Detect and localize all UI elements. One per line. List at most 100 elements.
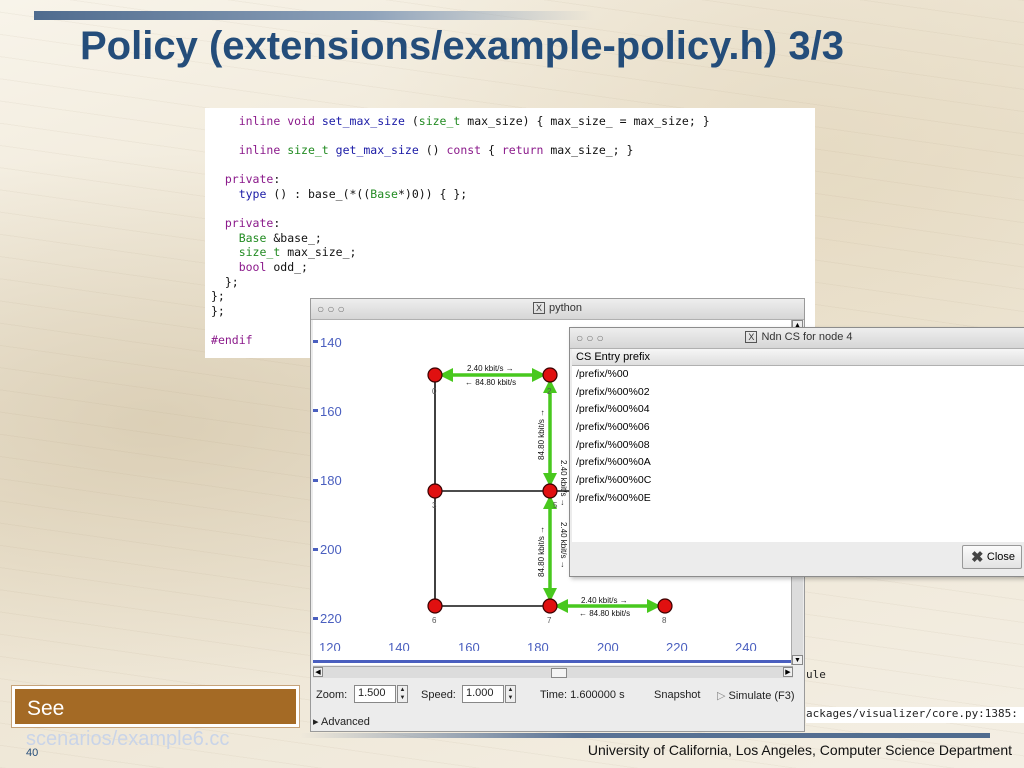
ndn-window-title: Ndn CS for node 4 bbox=[761, 331, 853, 343]
code-line: private: bbox=[224, 216, 281, 231]
zoom-label: Zoom: bbox=[316, 689, 348, 701]
node-label: 6 bbox=[432, 616, 437, 625]
x-tick-label: 160 bbox=[458, 640, 480, 651]
cs-entry-list[interactable]: /prefix/%00 /prefix/%00%02 /prefix/%00%0… bbox=[572, 366, 1024, 542]
link-rate-label: 2.40 kbit/s → bbox=[467, 364, 514, 373]
x-tick-label: 240 bbox=[735, 640, 757, 651]
list-item[interactable]: /prefix/%00%02 bbox=[572, 384, 1024, 402]
link-rate-label: 84.80 kbit/s → bbox=[537, 409, 546, 460]
y-tick-mark bbox=[313, 479, 318, 482]
list-item[interactable]: /prefix/%00%08 bbox=[572, 437, 1024, 455]
scrollbar-thumb[interactable] bbox=[551, 668, 567, 678]
title-accent-bar bbox=[34, 11, 594, 20]
link-rate-label: ← 84.80 kbit/s bbox=[579, 609, 630, 618]
node-label: 5 bbox=[553, 501, 558, 510]
y-tick-mark bbox=[313, 617, 318, 620]
list-item[interactable]: /prefix/%00%06 bbox=[572, 419, 1024, 437]
y-tick-label: 200 bbox=[320, 542, 342, 557]
x-tick-label: 200 bbox=[597, 640, 619, 651]
x11-icon: X bbox=[745, 331, 758, 343]
scenario-path: scenarios/example6.cc bbox=[26, 728, 230, 750]
code-line: bool odd_; bbox=[238, 259, 308, 274]
python-window-titlebar[interactable]: ○○○ Xpython bbox=[311, 299, 804, 320]
list-item[interactable]: /prefix/%00%0E bbox=[572, 490, 1024, 508]
close-icon: ✖ bbox=[971, 549, 984, 566]
expander-arrow-icon: ▸ bbox=[313, 716, 321, 728]
ndn-window-titlebar[interactable]: ○○○ X Ndn CS for node 4 bbox=[570, 328, 1024, 349]
list-item[interactable]: /prefix/%00%0C bbox=[572, 472, 1024, 490]
console-fragment: ule bbox=[806, 668, 826, 681]
node-6[interactable] bbox=[427, 598, 443, 614]
advanced-expander[interactable]: ▸ Advanced bbox=[313, 715, 370, 728]
console-fragment: ackages/visualizer/core.py:1385: War bbox=[806, 707, 1024, 723]
y-tick-label: 220 bbox=[320, 611, 342, 626]
x-tick-label: 220 bbox=[666, 640, 688, 651]
node-label: 0 bbox=[432, 387, 437, 396]
simulate-button[interactable]: ▷ Simulate (F3) bbox=[717, 689, 795, 702]
link-rate-label: 2.40 kbit/s → bbox=[581, 596, 628, 605]
x-tick-label: 120 bbox=[319, 640, 341, 651]
zoom-stepper-icon[interactable]: ▲ ▼ bbox=[397, 685, 408, 703]
simulation-time: Time: 1.600000 s bbox=[540, 689, 625, 701]
footer-accent-bar bbox=[300, 733, 990, 738]
node-7[interactable] bbox=[542, 598, 558, 614]
cs-column-header[interactable]: CS Entry prefix bbox=[572, 349, 1024, 366]
y-tick-label: 140 bbox=[320, 335, 342, 350]
list-item[interactable]: /prefix/%00%04 bbox=[572, 401, 1024, 419]
node-3[interactable] bbox=[427, 483, 443, 499]
y-tick-mark bbox=[313, 409, 318, 412]
footer-text: University of California, Los Angeles, C… bbox=[587, 742, 1012, 758]
speed-label: Speed: bbox=[421, 689, 456, 701]
slide-title: Policy (extensions/example-policy.h) 3/3 bbox=[80, 24, 844, 68]
node-label: 8 bbox=[662, 616, 667, 625]
visualizer-controls: Zoom: 1.500 ▲ ▼ Speed: 1.000 ▲ ▼ Time: 1.6… bbox=[311, 683, 804, 709]
horizontal-scrollbar[interactable]: ◀ ▶ bbox=[313, 666, 793, 678]
advanced-label: Advanced bbox=[320, 716, 370, 728]
node-5[interactable] bbox=[542, 483, 558, 499]
see-callout: See bbox=[12, 686, 299, 727]
code-line: inline void set_max_size (size_t max_siz… bbox=[238, 114, 710, 128]
x11-icon: X bbox=[532, 302, 545, 314]
zoom-input[interactable]: 1.500 bbox=[354, 685, 396, 703]
speed-stepper-icon[interactable]: ▲ ▼ bbox=[505, 685, 516, 703]
x-tick-label: 180 bbox=[527, 640, 549, 651]
y-tick-mark bbox=[313, 548, 318, 551]
link-rate-label: ← 84.80 kbit/s bbox=[465, 378, 516, 387]
node-label: 2 bbox=[547, 387, 552, 396]
list-item[interactable]: /prefix/%00 bbox=[572, 366, 1024, 384]
list-item[interactable]: /prefix/%00%0A bbox=[572, 454, 1024, 472]
node-2[interactable] bbox=[542, 367, 558, 383]
node-label: 3 bbox=[432, 501, 437, 510]
x-axis-baseline bbox=[313, 660, 793, 663]
code-line: size_t max_size_; bbox=[238, 245, 357, 260]
see-label: See bbox=[27, 697, 65, 720]
y-tick-label: 160 bbox=[320, 404, 342, 419]
code-line: inline size_t get_max_size () const { re… bbox=[238, 143, 634, 158]
link-rate-label: 2.40 kbit/s → bbox=[559, 522, 568, 569]
link-rate-label: 2.40 kbit/s → bbox=[559, 460, 568, 507]
play-icon: ▷ bbox=[717, 690, 729, 702]
close-label: Close bbox=[986, 551, 1015, 563]
code-line: private: bbox=[224, 172, 281, 187]
speed-input[interactable]: 1.000 bbox=[462, 685, 504, 703]
x-axis-area bbox=[313, 651, 793, 665]
y-tick-mark bbox=[313, 340, 318, 343]
x-axis: 120 140 160 180 200 220 240 bbox=[319, 640, 757, 651]
python-window-title: python bbox=[548, 302, 583, 314]
node-label: 7 bbox=[547, 616, 552, 625]
scroll-right-icon[interactable]: ▶ bbox=[783, 667, 793, 677]
snapshot-button[interactable]: Snapshot bbox=[654, 689, 700, 701]
node-8[interactable] bbox=[657, 598, 673, 614]
link-rate-label: 84.80 kbit/s → bbox=[537, 526, 546, 577]
ndn-cs-window: ○○○ X Ndn CS for node 4 CS Entry prefix /… bbox=[569, 327, 1024, 577]
y-tick-label: 180 bbox=[320, 473, 342, 488]
simulate-label: Simulate (F3) bbox=[728, 690, 795, 702]
scroll-down-icon[interactable]: ▼ bbox=[792, 655, 803, 665]
scroll-left-icon[interactable]: ◀ bbox=[313, 667, 323, 677]
x-tick-label: 140 bbox=[388, 640, 410, 651]
node-0[interactable] bbox=[427, 367, 443, 383]
close-button[interactable]: ✖ Close bbox=[962, 545, 1022, 569]
code-line: }; bbox=[211, 274, 239, 289]
